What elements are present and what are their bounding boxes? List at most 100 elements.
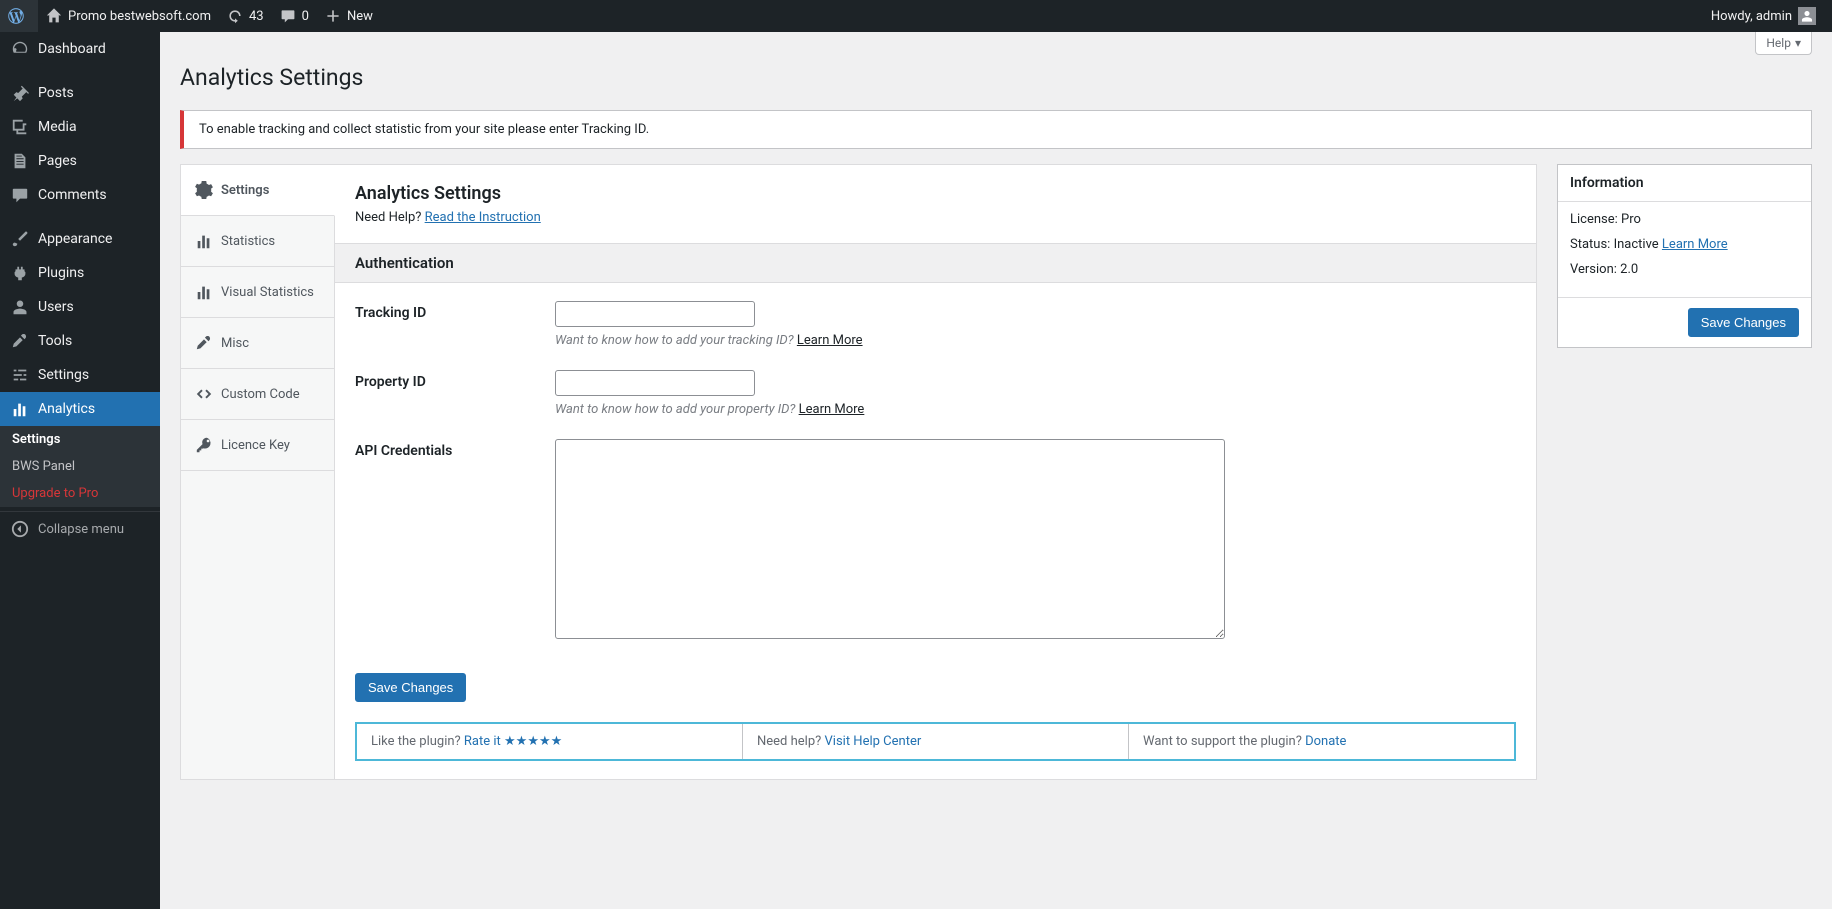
comment-icon xyxy=(10,186,30,204)
wp-logo[interactable] xyxy=(0,0,38,32)
save-changes-button[interactable]: Save Changes xyxy=(355,673,466,702)
tab-custom-code[interactable]: Custom Code xyxy=(181,369,334,420)
updates-count: 43 xyxy=(249,9,264,24)
wrench-icon xyxy=(10,332,30,350)
sidebar-item-comments[interactable]: Comments xyxy=(0,178,160,212)
stars-icon: ★★★★★ xyxy=(504,734,562,749)
property-id-label: Property ID xyxy=(355,370,555,417)
wrench-icon xyxy=(195,334,213,352)
sidebar-item-pages[interactable]: Pages xyxy=(0,144,160,178)
sidebar-submenu: Settings BWS Panel Upgrade to Pro xyxy=(0,426,160,507)
chart-icon xyxy=(195,283,213,301)
tracking-id-label: Tracking ID xyxy=(355,301,555,348)
license-label: License: xyxy=(1570,212,1618,227)
submenu-bws-panel[interactable]: BWS Panel xyxy=(0,453,160,480)
comment-icon xyxy=(280,8,296,24)
sidebar-item-label: Comments xyxy=(38,187,107,203)
status-label: Status: xyxy=(1570,237,1610,252)
sidebar-item-appearance[interactable]: Appearance xyxy=(0,222,160,256)
property-id-input[interactable] xyxy=(555,370,755,396)
help-center-link[interactable]: Visit Help Center xyxy=(825,734,922,749)
sidebar-item-analytics[interactable]: Analytics xyxy=(0,392,160,426)
comments-count: 0 xyxy=(302,9,309,24)
plus-icon xyxy=(325,8,341,24)
need-help-text: Need Help? xyxy=(355,210,421,225)
donate-link[interactable]: Donate xyxy=(1305,734,1346,749)
sidebar-item-label: Users xyxy=(38,299,74,315)
version-value: 2.0 xyxy=(1620,262,1638,277)
panel-heading: Analytics Settings xyxy=(355,183,1516,204)
status-learn-more-link[interactable]: Learn More xyxy=(1662,237,1728,252)
sidebar-item-users[interactable]: Users xyxy=(0,290,160,324)
home-icon xyxy=(46,8,62,24)
page-icon xyxy=(10,152,30,170)
code-icon xyxy=(195,385,213,403)
tab-misc[interactable]: Misc xyxy=(181,318,334,369)
property-learn-more-link[interactable]: Learn More xyxy=(799,402,865,417)
notice-error: To enable tracking and collect statistic… xyxy=(180,110,1812,149)
dashboard-icon xyxy=(10,40,30,58)
wordpress-icon xyxy=(8,8,24,24)
collapse-icon xyxy=(10,520,30,538)
instruction-link[interactable]: Read the Instruction xyxy=(425,210,541,225)
chevron-down-icon: ▾ xyxy=(1795,36,1801,50)
new-content-link[interactable]: New xyxy=(317,0,381,32)
site-name-link[interactable]: Promo bestwebsoft.com xyxy=(38,0,219,32)
tab-label: Visual Statistics xyxy=(221,285,314,300)
help-tab[interactable]: Help ▾ xyxy=(1755,32,1812,55)
license-value: Pro xyxy=(1621,212,1641,227)
pin-icon xyxy=(10,84,30,102)
updates-icon xyxy=(227,8,243,24)
howdy-text: Howdy, admin xyxy=(1711,9,1792,24)
key-icon xyxy=(195,436,213,454)
admin-bar: Promo bestwebsoft.com 43 0 New Howdy, ad… xyxy=(0,0,1832,32)
sidebar-item-label: Settings xyxy=(38,367,89,383)
section-auth: Authentication xyxy=(335,243,1536,283)
tab-label: Settings xyxy=(221,183,269,198)
sidebar-item-label: Media xyxy=(38,119,77,135)
sidebar-item-posts[interactable]: Posts xyxy=(0,76,160,110)
sidebar-item-dashboard[interactable]: Dashboard xyxy=(0,32,160,66)
sidebar-item-label: Plugins xyxy=(38,265,84,281)
media-icon xyxy=(10,118,30,136)
sidebox-save-button[interactable]: Save Changes xyxy=(1688,308,1799,337)
comments-link[interactable]: 0 xyxy=(272,0,317,32)
sidebar-item-label: Posts xyxy=(38,85,74,101)
tracking-hint-text: Want to know how to add your tracking ID… xyxy=(555,333,794,348)
admin-sidebar: Dashboard Posts Media Pages Comments App… xyxy=(0,32,160,909)
submenu-upgrade[interactable]: Upgrade to Pro xyxy=(0,480,160,507)
tab-label: Licence Key xyxy=(221,438,290,453)
information-box: Information License: Pro Status: Inactiv… xyxy=(1557,164,1812,348)
property-hint-text: Want to know how to add your property ID… xyxy=(555,402,795,417)
avatar-icon xyxy=(1798,7,1816,25)
sidebar-item-media[interactable]: Media xyxy=(0,110,160,144)
support-text: Want to support the plugin? xyxy=(1143,734,1302,749)
brush-icon xyxy=(10,230,30,248)
sidebar-item-label: Dashboard xyxy=(38,41,106,57)
collapse-menu[interactable]: Collapse menu xyxy=(0,511,160,546)
user-icon xyxy=(10,298,30,316)
tracking-learn-more-link[interactable]: Learn More xyxy=(797,333,863,348)
sidebar-item-label: Pages xyxy=(38,153,77,169)
tab-visual-statistics[interactable]: Visual Statistics xyxy=(181,267,334,318)
sidebar-item-label: Analytics xyxy=(38,401,95,417)
api-credentials-textarea[interactable] xyxy=(555,439,1225,639)
tab-statistics[interactable]: Statistics xyxy=(181,216,334,267)
api-credentials-label: API Credentials xyxy=(355,439,555,643)
tab-settings[interactable]: Settings xyxy=(181,165,335,216)
submenu-settings[interactable]: Settings xyxy=(0,426,160,453)
plug-icon xyxy=(10,264,30,282)
sidebar-item-label: Tools xyxy=(38,333,72,349)
tracking-id-input[interactable] xyxy=(555,301,755,327)
sidebar-item-plugins[interactable]: Plugins xyxy=(0,256,160,290)
chart-icon xyxy=(10,400,30,418)
gear-icon xyxy=(195,181,213,199)
tab-licence-key[interactable]: Licence Key xyxy=(181,420,334,471)
rate-link[interactable]: Rate it xyxy=(464,734,501,749)
updates-link[interactable]: 43 xyxy=(219,0,272,32)
sidebar-item-settings[interactable]: Settings xyxy=(0,358,160,392)
sidebar-item-label: Appearance xyxy=(38,231,112,247)
tab-label: Custom Code xyxy=(221,387,300,402)
account-link[interactable]: Howdy, admin xyxy=(1703,0,1824,32)
sidebar-item-tools[interactable]: Tools xyxy=(0,324,160,358)
